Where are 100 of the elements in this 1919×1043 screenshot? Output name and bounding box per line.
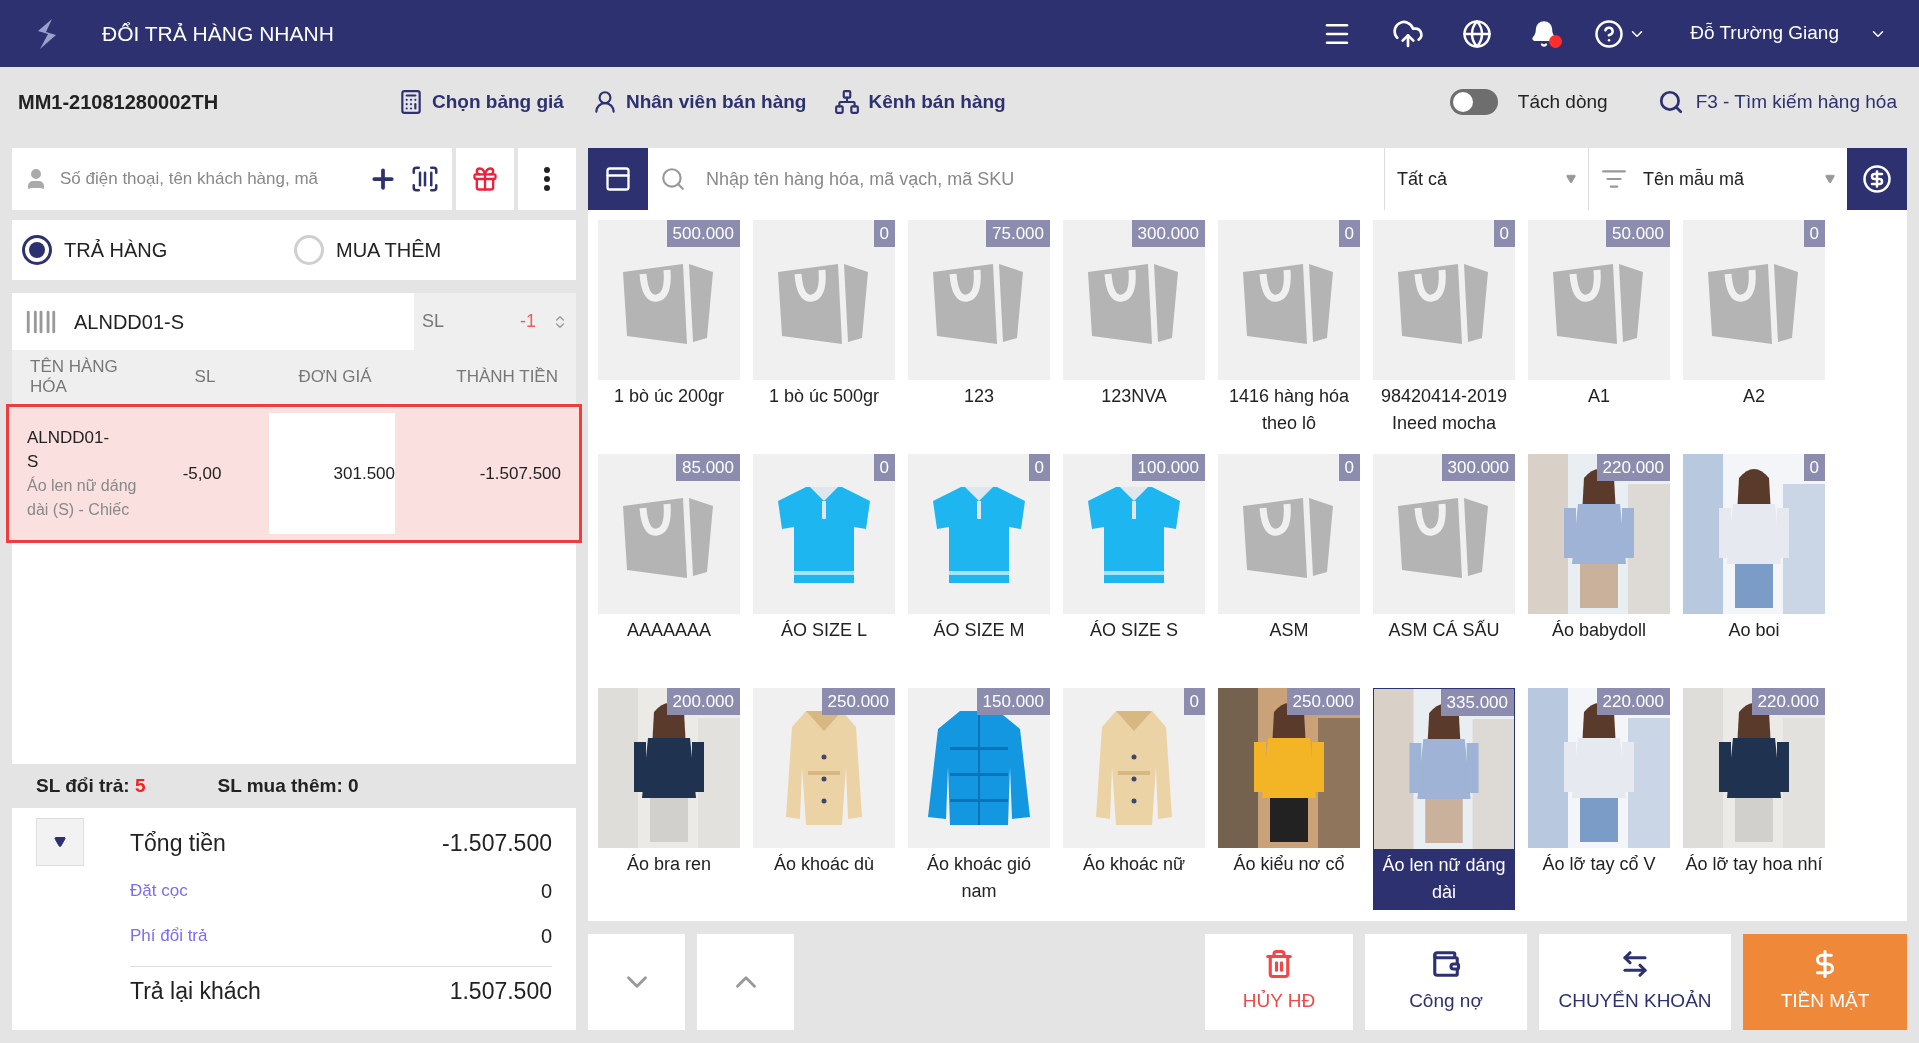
summary-label: Tổng tiền [130,828,226,858]
product-name: 123 [962,385,995,408]
panel-icon [604,165,632,193]
more-icon [544,167,550,191]
price-tag: 335.000 [1440,689,1514,716]
price-tag: 0 [1803,454,1825,481]
sort-select[interactable]: Tên mẫu mã [1589,148,1847,210]
toggle-switch[interactable] [1449,89,1498,115]
toolbar-button[interactable]: Nhân viên bán hàng [591,87,807,117]
customer-search-input[interactable]: Số điện thoại, tên khách hàng, mã [60,166,368,192]
wallet-icon [1431,948,1461,979]
price-tag: 220.000 [1751,688,1825,715]
payment-button[interactable]: CHUYỂN KHOẢN [1539,934,1731,1030]
collapse-button[interactable] [36,818,84,866]
layout-button[interactable] [588,148,648,210]
total-cell-text: -1.507.500 [478,462,561,485]
gift-icon [471,165,499,193]
product-name: ASM [1268,619,1310,642]
column-header: SL [193,366,217,389]
barcode-field-value[interactable]: ALNDD01-S [74,306,185,337]
price-field[interactable]: 301.500 [269,413,395,534]
price-tag: 500.000 [666,220,740,247]
price-tag: 100.000 [1131,454,1205,481]
price-tag: 220.000 [1596,454,1670,481]
price-tag: 200.000 [666,688,740,715]
product-name: 1416 hàng hóa theo lô [1227,385,1351,435]
product-tile[interactable]: 335.000 Áo len nữ dáng dài [1373,688,1515,910]
column-header: THÀNH TIỀN [455,366,558,389]
quantity-field[interactable]: SL -1 [414,293,576,350]
price-tag: 0 [1493,220,1515,247]
gift-button[interactable] [456,148,514,210]
price-tag: 250.000 [821,688,895,715]
caret-icon [54,836,66,848]
toggle-label: Tách dòng [1517,89,1608,114]
user-name[interactable]: Đỗ Trường Giang [1690,19,1839,48]
search-icon [1657,89,1684,115]
product-name: Áo lỡ tay cổ V [1541,853,1657,876]
price-tag: 75.000 [986,220,1050,247]
product-name: 1 bò úc 200gr [612,385,726,408]
product-name: Áo khoác gió nam [925,853,1033,903]
product-name: Áo babydoll [1550,619,1648,642]
currency-button[interactable] [1847,148,1907,210]
product-name: Áo khoác dù [772,853,876,876]
column-header: ĐƠN GIÁ [297,366,373,389]
product-name: ÁO SIZE M [932,619,1026,642]
order-code: MM1-21081280002TH [18,90,220,115]
swap-arrows-icon [1620,948,1650,979]
globe-icon[interactable] [1462,18,1493,49]
radio-option[interactable]: TRẢ HÀNG [22,235,294,265]
price-tag: 300.000 [1441,454,1515,481]
price-tag: 0 [1183,688,1205,715]
barcode-scan-icon[interactable] [410,164,440,194]
product-name: Áo len nữ dáng dài (S) - Chiếc [27,475,138,520]
cart-row[interactable]: ALNDD01-S Áo len nữ dáng dài (S) - Chiếc -5,00 301.500 -1.507.500 [6,404,582,543]
price-tag: 0 [1338,220,1360,247]
caret-icon [1825,174,1835,184]
product-code: ALNDD01-S [27,426,111,473]
product-name: Áo khoác nữ [1081,853,1187,876]
customer-search-field[interactable]: Số điện thoại, tên khách hàng, mã [12,148,368,210]
product-name: Áo len nữ dáng dài [1381,854,1507,904]
price-tag: 250.000 [1286,688,1360,715]
search-icon [660,166,686,192]
product-name: ASM CÁ SẤU [1387,618,1501,642]
quantity-cell-text: -5,00 [181,462,223,485]
price-tag: 0 [1803,220,1825,247]
product-name: 123NVA [1100,385,1168,408]
summary-value: 0 [540,878,552,904]
price-tag: 85.000 [676,454,740,481]
product-name: A1 [1587,385,1611,408]
payment-button[interactable]: HỦY HĐ [1205,934,1353,1030]
product-name: Ao boi [1727,619,1781,642]
product-name: AAAAAAA [625,619,712,642]
product-name: Áo kiểu nơ cổ [1232,853,1346,876]
product-name: ÁO SIZE L [780,619,868,642]
summary-link[interactable]: Đặt cọc [130,877,188,904]
extra-count: SL mua thêm: 0 [217,773,359,798]
summary-link[interactable]: Phí đổi trả [130,922,208,949]
summary-value: 0 [540,923,552,949]
toolbar-button[interactable]: Chọn bảng giá [398,87,564,117]
more-button[interactable] [518,148,576,210]
product-name: Áo lỡ tay hoa nhí [1684,853,1824,876]
column-header: TÊN HÀNG HÓA [30,357,119,397]
price-tag: 0 [1338,454,1360,481]
product-search-input[interactable]: Nhập tên hàng hóa, mã vạch, mã SKU [706,165,1372,193]
payment-button[interactable]: Công nợ [1365,934,1527,1030]
price-tag: 50.000 [1606,220,1670,247]
return-count: SL đổi trả: 5 [36,773,146,798]
caret-icon [1566,174,1576,184]
summary-value: 1.507.500 [449,977,552,1007]
product-name: 98420414-2019 Ineed mocha [1379,385,1509,435]
product-name: ÁO SIZE S [1089,619,1179,642]
network-icon [834,89,861,115]
price-tag: 220.000 [1596,688,1670,715]
radio-option[interactable]: MUA THÊM [294,235,566,265]
trash-icon [1264,948,1294,979]
product-search-link[interactable]: F3 - Tìm kiếm hàng hóa [1657,87,1897,117]
summary-label: Trả lại khách [130,977,261,1007]
help-icon[interactable] [1594,18,1625,49]
product-name: 1 bò úc 500gr [767,385,881,408]
toolbar-button[interactable]: Kênh bán hàng [834,87,1006,117]
